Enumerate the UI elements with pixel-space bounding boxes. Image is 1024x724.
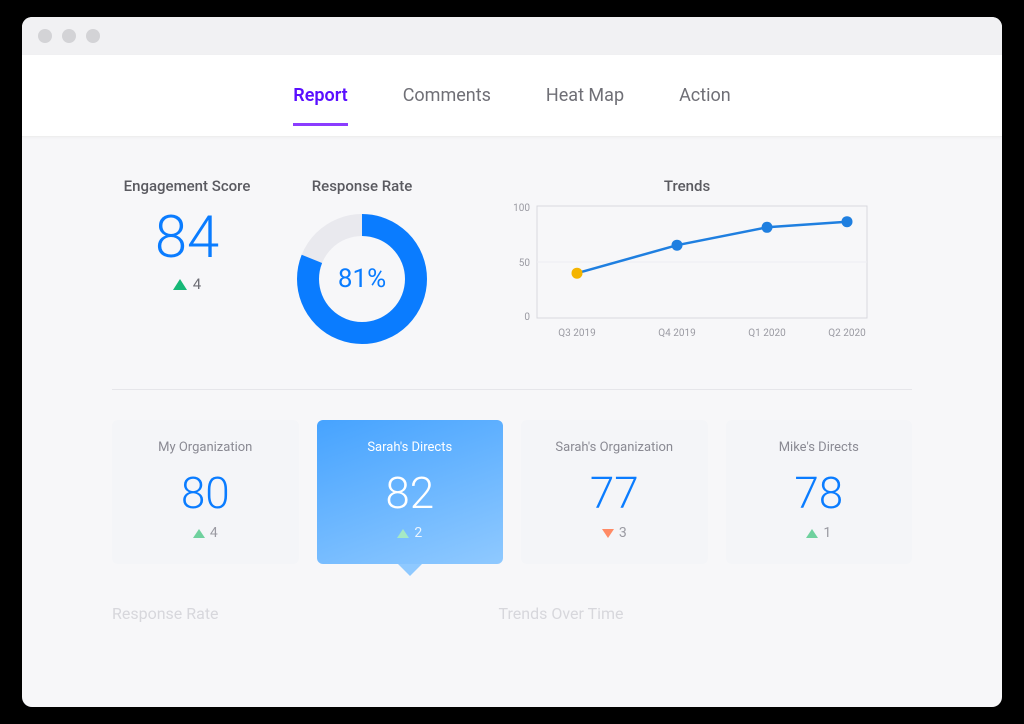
- engagement-score-value: 84: [112, 209, 262, 267]
- engagement-delta: 4: [173, 275, 201, 293]
- xtick-1: Q4 2019: [658, 328, 695, 339]
- bottom-section-titles: Response Rate Trends Over Time: [112, 604, 912, 623]
- section-divider: [112, 389, 912, 390]
- card-score: 82: [327, 471, 494, 515]
- engagement-score-panel: Engagement Score 84 4: [112, 177, 262, 294]
- trends-title: Trends: [462, 177, 912, 195]
- card-my-organization[interactable]: My Organization 80 4: [112, 420, 299, 564]
- engagement-title: Engagement Score: [112, 177, 262, 195]
- ytick-50: 50: [519, 258, 531, 269]
- card-title: Mike's Directs: [736, 440, 903, 455]
- browser-window: Report Comments Heat Map Action Engageme…: [22, 17, 1002, 707]
- window-control-maximize[interactable]: [86, 29, 100, 43]
- arrow-up-icon: [397, 529, 409, 538]
- card-delta: 4: [193, 525, 218, 541]
- arrow-up-icon: [806, 529, 818, 538]
- trends-panel: Trends 100 50 0 Q3 2019 Q4 2019: [462, 177, 912, 331]
- line-chart-icon: 100 50 0 Q3 2019 Q4 2019 Q1 2020 Q2 2020: [497, 201, 877, 351]
- tab-heat-map[interactable]: Heat Map: [546, 77, 624, 114]
- card-delta: 3: [602, 525, 627, 541]
- ytick-100: 100: [513, 203, 530, 214]
- card-sarahs-organization[interactable]: Sarah's Organization 77 3: [521, 420, 708, 564]
- card-title: Sarah's Organization: [531, 440, 698, 455]
- card-delta: 1: [806, 525, 831, 541]
- card-delta-value: 2: [414, 525, 422, 541]
- tab-comments[interactable]: Comments: [403, 77, 491, 114]
- trends-chart: 100 50 0 Q3 2019 Q4 2019 Q1 2020 Q2 2020: [497, 201, 877, 331]
- response-rate-panel: Response Rate 81%: [272, 177, 452, 349]
- window-control-close[interactable]: [38, 29, 52, 43]
- bottom-trends-title: Trends Over Time: [499, 604, 624, 623]
- card-delta-value: 1: [823, 525, 831, 541]
- card-delta-value: 3: [619, 525, 627, 541]
- card-sarahs-directs[interactable]: Sarah's Directs 82 2: [317, 420, 504, 564]
- tab-report[interactable]: Report: [293, 77, 347, 114]
- response-rate-title: Response Rate: [272, 177, 452, 195]
- card-mikes-directs[interactable]: Mike's Directs 78 1: [726, 420, 913, 564]
- bottom-response-rate-title: Response Rate: [112, 604, 219, 623]
- card-title: Sarah's Directs: [327, 440, 494, 455]
- engagement-delta-value: 4: [193, 275, 201, 293]
- response-rate-donut: 81%: [292, 209, 432, 349]
- xtick-0: Q3 2019: [558, 328, 595, 339]
- card-title: My Organization: [122, 440, 289, 455]
- card-delta-value: 4: [210, 525, 218, 541]
- window-control-minimize[interactable]: [62, 29, 76, 43]
- tab-action[interactable]: Action: [679, 77, 731, 114]
- response-rate-value: 81%: [338, 264, 386, 294]
- arrow-up-icon: [173, 279, 187, 290]
- xtick-2: Q1 2020: [748, 328, 786, 339]
- card-score: 77: [531, 471, 698, 515]
- card-delta: 2: [397, 525, 422, 541]
- summary-row: Engagement Score 84 4 Response Rate 81%: [112, 177, 912, 349]
- card-score: 78: [736, 471, 903, 515]
- cards-row: My Organization 80 4 Sarah's Directs 82 …: [112, 420, 912, 564]
- arrow-down-icon: [602, 529, 614, 538]
- ytick-0: 0: [524, 312, 530, 323]
- window-title-bar: [22, 17, 1002, 55]
- arrow-up-icon: [193, 529, 205, 538]
- card-score: 80: [122, 471, 289, 515]
- xtick-3: Q2 2020: [828, 328, 866, 339]
- content-area: Engagement Score 84 4 Response Rate 81%: [22, 137, 1002, 623]
- tab-bar: Report Comments Heat Map Action: [22, 55, 1002, 137]
